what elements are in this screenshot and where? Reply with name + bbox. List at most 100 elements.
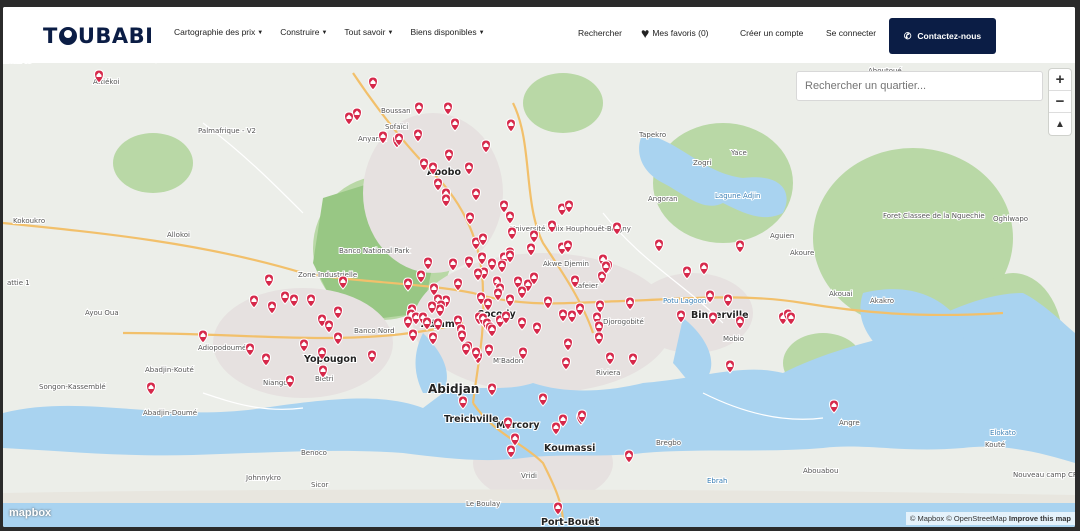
property-marker[interactable] [317,346,327,361]
mapbox-logo[interactable]: mapbox [9,507,51,519]
property-marker[interactable] [484,343,494,358]
property-marker[interactable] [443,101,453,116]
property-marker[interactable] [506,444,516,459]
property-marker[interactable] [423,256,433,271]
property-marker[interactable] [465,211,475,226]
property-marker[interactable] [261,352,271,367]
property-marker[interactable] [264,273,274,288]
property-marker[interactable] [594,331,604,346]
property-marker[interactable] [708,311,718,326]
map-canvas[interactable]: AbidjanAboboYopougonCocodyAdjaméMarcoryK… [3,63,1075,527]
property-marker[interactable] [413,128,423,143]
property-marker[interactable] [487,382,497,397]
property-marker[interactable] [518,346,528,361]
property-marker[interactable] [285,374,295,389]
property-marker[interactable] [299,338,309,353]
toubabi-logo[interactable]: T UBABI [43,24,153,48]
property-marker[interactable] [457,329,467,344]
property-marker[interactable] [378,130,388,145]
property-marker[interactable] [517,285,527,300]
property-marker[interactable] [628,352,638,367]
property-marker[interactable] [306,293,316,308]
property-marker[interactable] [625,296,635,311]
property-marker[interactable] [324,319,334,334]
property-marker[interactable] [450,117,460,132]
property-marker[interactable] [333,331,343,346]
create-account-link[interactable]: Créer un compte [740,28,803,38]
property-marker[interactable] [344,111,354,126]
property-marker[interactable] [503,416,513,431]
nav-construire[interactable]: Construire ▼ [280,27,327,37]
property-marker[interactable] [612,221,622,236]
property-marker[interactable] [477,251,487,266]
property-marker[interactable] [605,351,615,366]
property-marker[interactable] [267,300,277,315]
property-marker[interactable] [538,392,548,407]
property-marker[interactable] [682,265,692,280]
property-marker[interactable] [473,267,483,282]
property-marker[interactable] [676,309,686,324]
property-marker[interactable] [280,290,290,305]
property-marker[interactable] [493,287,503,302]
compass-button[interactable]: ▲ [1049,113,1071,135]
property-marker[interactable] [471,187,481,202]
property-marker[interactable] [433,317,443,332]
property-marker[interactable] [532,321,542,336]
property-marker[interactable] [318,364,328,379]
property-marker[interactable] [829,399,839,414]
property-marker[interactable] [526,242,536,257]
property-marker[interactable] [699,261,709,276]
property-marker[interactable] [551,421,561,436]
property-marker[interactable] [458,395,468,410]
property-marker[interactable] [464,255,474,270]
property-marker[interactable] [368,76,378,91]
property-marker[interactable] [499,199,509,214]
property-marker[interactable] [464,161,474,176]
property-marker[interactable] [654,238,664,253]
property-marker[interactable] [505,293,515,308]
login-link[interactable]: Se connecter [826,28,876,38]
property-marker[interactable] [510,432,520,447]
property-marker[interactable] [567,309,577,324]
property-marker[interactable] [441,193,451,208]
property-marker[interactable] [419,157,429,172]
property-marker[interactable] [506,118,516,133]
property-marker[interactable] [333,305,343,320]
property-marker[interactable] [289,293,299,308]
property-marker[interactable] [422,316,432,331]
zoom-in-button[interactable]: + [1049,69,1071,91]
neighborhood-search-input[interactable] [796,71,1043,101]
property-marker[interactable] [529,229,539,244]
property-marker[interactable] [735,239,745,254]
property-marker[interactable] [705,289,715,304]
property-marker[interactable] [563,337,573,352]
property-marker[interactable] [786,311,796,326]
property-marker[interactable] [507,226,517,241]
property-marker[interactable] [558,308,568,323]
property-marker[interactable] [453,277,463,292]
property-marker[interactable] [146,381,156,396]
property-marker[interactable] [725,359,735,374]
property-marker[interactable] [403,277,413,292]
property-marker[interactable] [561,356,571,371]
improve-map-link[interactable]: Improve this map [1009,514,1071,523]
property-marker[interactable] [245,342,255,357]
property-marker[interactable] [570,274,580,289]
property-marker[interactable] [403,315,413,330]
property-marker[interactable] [483,297,493,312]
property-marker[interactable] [338,275,348,290]
property-marker[interactable] [735,315,745,330]
property-marker[interactable] [444,148,454,163]
property-marker[interactable] [624,449,634,464]
property-marker[interactable] [517,316,527,331]
property-marker[interactable] [595,299,605,314]
property-marker[interactable] [198,329,208,344]
favorites-link[interactable]: ♥ Mes favoris (0) [641,25,709,41]
property-marker[interactable] [487,323,497,338]
property-marker[interactable] [427,300,437,315]
property-marker[interactable] [94,69,104,84]
property-marker[interactable] [723,293,733,308]
property-marker[interactable] [497,259,507,274]
property-marker[interactable] [433,177,443,192]
contact-button[interactable]: ✆ Contactez-nous [889,18,996,54]
